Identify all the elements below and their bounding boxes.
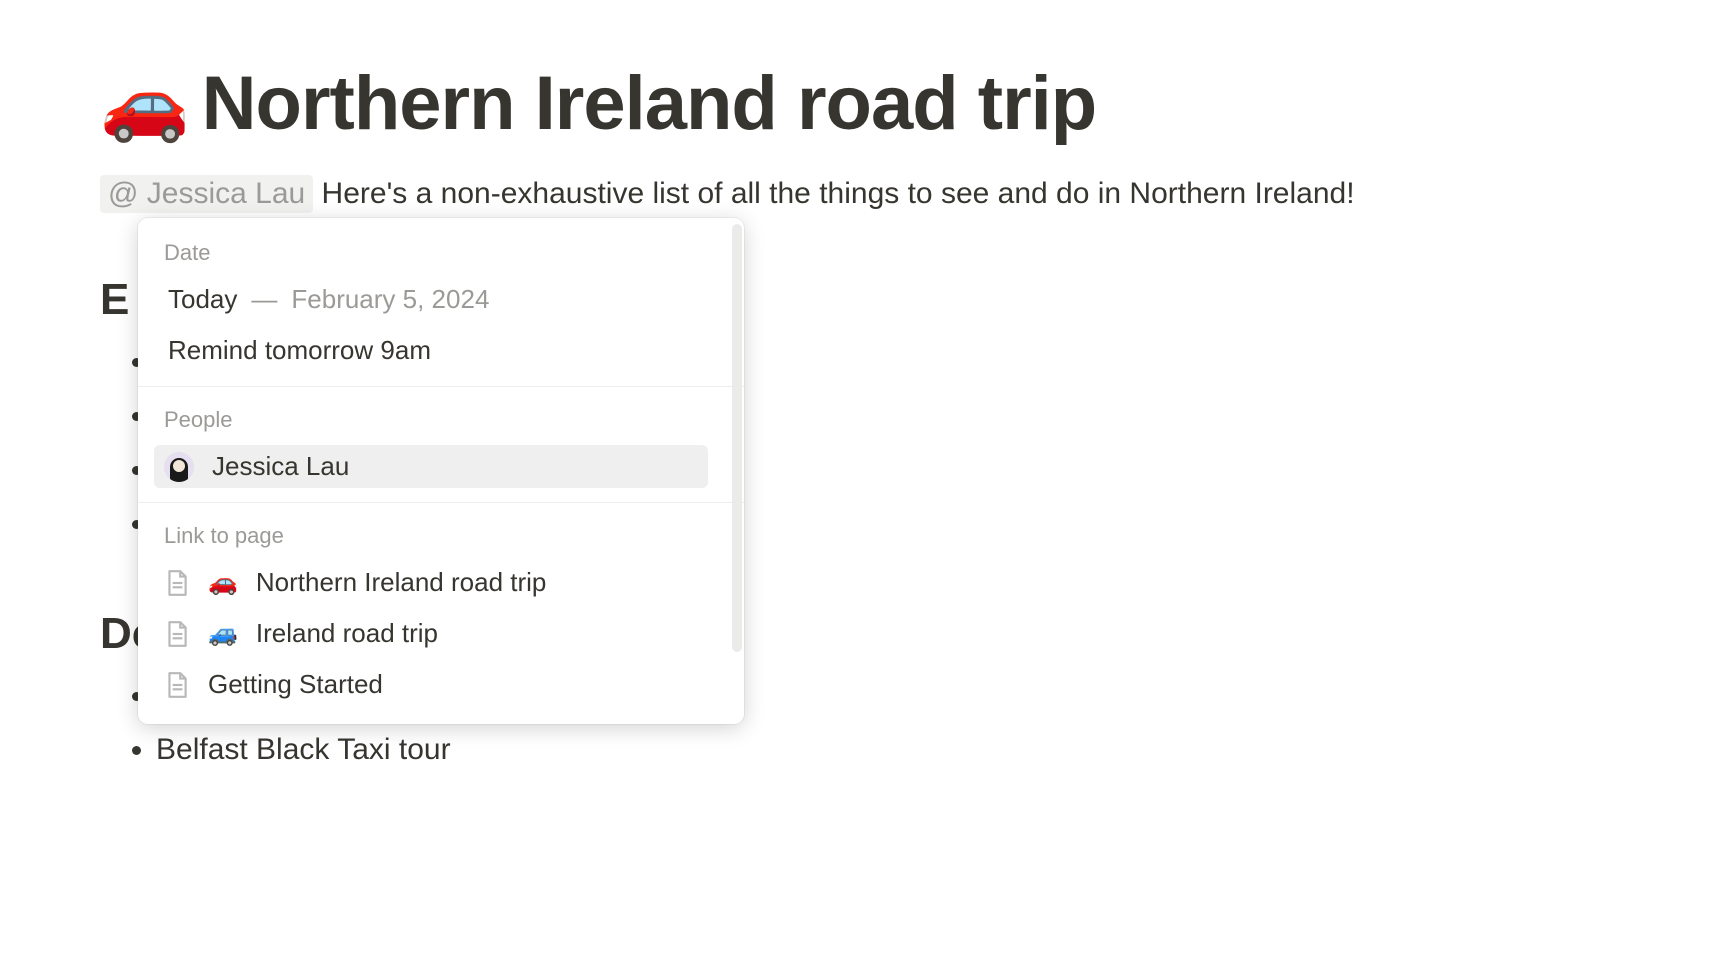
popup-section-date: Date xyxy=(138,226,744,274)
popup-divider xyxy=(138,386,744,387)
page-icon xyxy=(164,671,190,699)
avatar-icon xyxy=(164,452,194,482)
today-date: February 5, 2024 xyxy=(291,284,489,315)
page-icon xyxy=(164,569,190,597)
popup-scrollbar[interactable] xyxy=(732,224,742,652)
dash-separator: — xyxy=(251,284,277,315)
intro-text: Here's a non-exhaustive list of all the … xyxy=(313,177,1354,210)
popup-divider xyxy=(138,502,744,503)
mention-chip[interactable]: @ Jessica Lau xyxy=(100,175,313,213)
page-title[interactable]: Northern Ireland road trip xyxy=(202,60,1097,147)
popup-item-link[interactable]: 🚗 Northern Ireland road trip xyxy=(138,557,744,608)
page-emoji-icon[interactable]: 🚗 xyxy=(100,68,190,140)
link-emoji-icon: 🚙 xyxy=(208,619,238,648)
link-title: Getting Started xyxy=(208,669,383,700)
popup-section-people: People xyxy=(138,393,744,441)
intro-paragraph[interactable]: @ Jessica Lau Here's a non-exhaustive li… xyxy=(100,175,1628,213)
popup-item-remind[interactable]: Remind tomorrow 9am xyxy=(138,325,744,376)
page-header: 🚗 Northern Ireland road trip xyxy=(100,60,1628,147)
link-emoji-icon: 🚗 xyxy=(208,568,238,597)
popup-section-link: Link to page xyxy=(138,509,744,557)
page-icon xyxy=(164,620,190,648)
popup-item-link[interactable]: Getting Started xyxy=(138,659,744,710)
remind-label: Remind tomorrow 9am xyxy=(168,335,431,366)
link-title: Northern Ireland road trip xyxy=(256,567,546,598)
popup-item-link[interactable]: 🚙 Ireland road trip xyxy=(138,608,744,659)
popup-item-person[interactable]: Jessica Lau xyxy=(138,441,744,492)
list-item[interactable]: Belfast Black Taxi tour xyxy=(156,733,1628,767)
today-label: Today xyxy=(168,284,237,315)
person-name: Jessica Lau xyxy=(212,451,349,482)
mention-popup: Date Today — February 5, 2024 Remind tom… xyxy=(138,218,744,724)
link-title: Ireland road trip xyxy=(256,618,438,649)
popup-item-today[interactable]: Today — February 5, 2024 xyxy=(138,274,744,325)
